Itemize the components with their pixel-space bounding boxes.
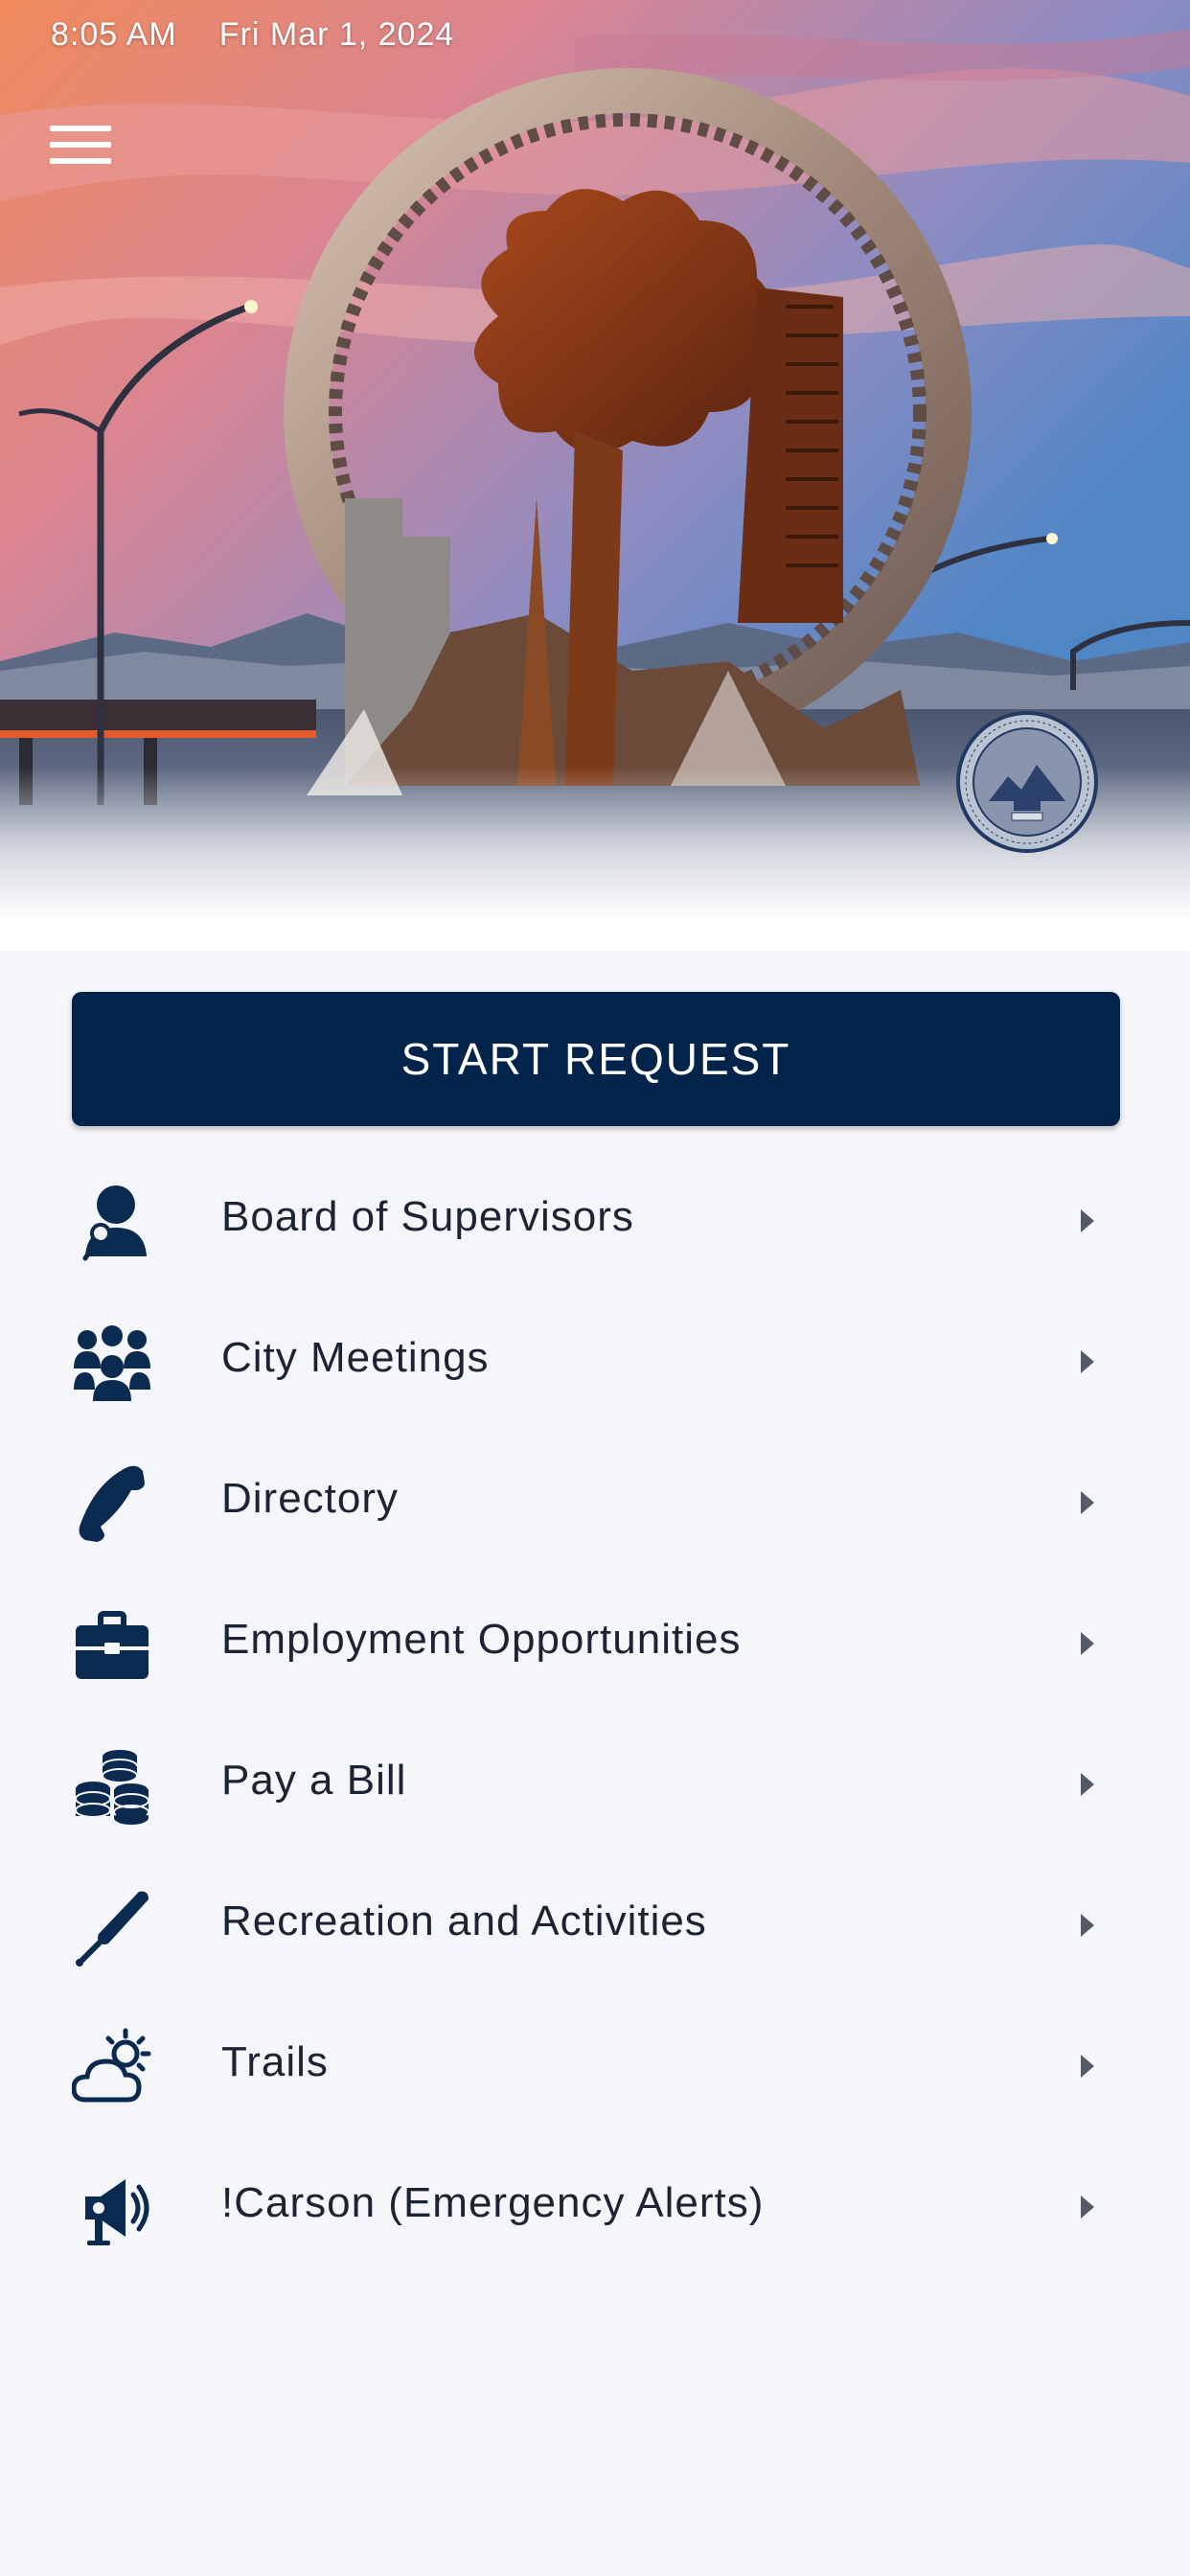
main-content: START REQUEST Board of Supervisors City … (0, 951, 1190, 2576)
menu-item-label: Pay a Bill (221, 1757, 407, 1804)
status-bar: 8:05 AM Fri Mar 1, 2024 (51, 13, 454, 56)
menu-item-label: Employment Opportunities (221, 1616, 742, 1663)
chevron-right-icon (1081, 1209, 1094, 1232)
status-date: Fri Mar 1, 2024 (218, 15, 455, 53)
chevron-right-icon (1081, 2196, 1094, 2219)
menu-list: Board of Supervisors City Meetings Direc… (0, 1147, 1190, 2274)
menu-item-city-meetings[interactable]: City Meetings (0, 1288, 1190, 1429)
menu-item-trails[interactable]: Trails (0, 1992, 1190, 2133)
menu-item-label: Board of Supervisors (221, 1193, 634, 1240)
menu-item-label: Recreation and Activities (221, 1898, 707, 1944)
phone-icon (72, 1463, 152, 1544)
group-icon (72, 1322, 152, 1403)
menu-bar (50, 126, 111, 131)
menu-item-label: Directory (221, 1475, 400, 1522)
chevron-right-icon (1081, 1773, 1094, 1796)
chevron-right-icon (1081, 1491, 1094, 1514)
coins-icon (72, 1745, 152, 1826)
menu-item-directory[interactable]: Directory (0, 1429, 1190, 1570)
menu-item-employment-opportunities[interactable]: Employment Opportunities (0, 1570, 1190, 1711)
menu-item-pay-a-bill[interactable]: Pay a Bill (0, 1711, 1190, 1852)
chevron-right-icon (1081, 1914, 1094, 1937)
menu-item-label: Trails (221, 2038, 329, 2085)
app-screen: 8:05 AM Fri Mar 1, 2024 START REQUEST Bo… (0, 0, 1190, 2576)
chevron-right-icon (1081, 1350, 1094, 1373)
city-seal-icon (956, 711, 1098, 853)
menu-item-recreation-and-activities[interactable]: Recreation and Activities (0, 1852, 1190, 1992)
sun-cloud-icon (72, 2027, 152, 2107)
menu-bar (50, 142, 111, 148)
menu-item-board-of-supervisors[interactable]: Board of Supervisors (0, 1147, 1190, 1288)
supervisor-icon (72, 1182, 152, 1262)
status-time: 8:05 AM (51, 15, 177, 53)
baseball-bat-icon (72, 1886, 152, 1966)
menu-bar (50, 158, 111, 164)
hero-banner: 8:05 AM Fri Mar 1, 2024 (0, 0, 1190, 951)
briefcase-icon (72, 1604, 152, 1685)
megaphone-icon (72, 2168, 152, 2248)
menu-item-label: !Carson (Emergency Alerts) (221, 2179, 765, 2226)
start-request-button[interactable]: START REQUEST (72, 992, 1120, 1126)
chevron-right-icon (1081, 1632, 1094, 1655)
chevron-right-icon (1081, 2055, 1094, 2078)
hamburger-menu-icon[interactable] (50, 113, 134, 176)
menu-item-label: City Meetings (221, 1334, 490, 1381)
menu-item-carson-emergency-alerts[interactable]: !Carson (Emergency Alerts) (0, 2133, 1190, 2274)
